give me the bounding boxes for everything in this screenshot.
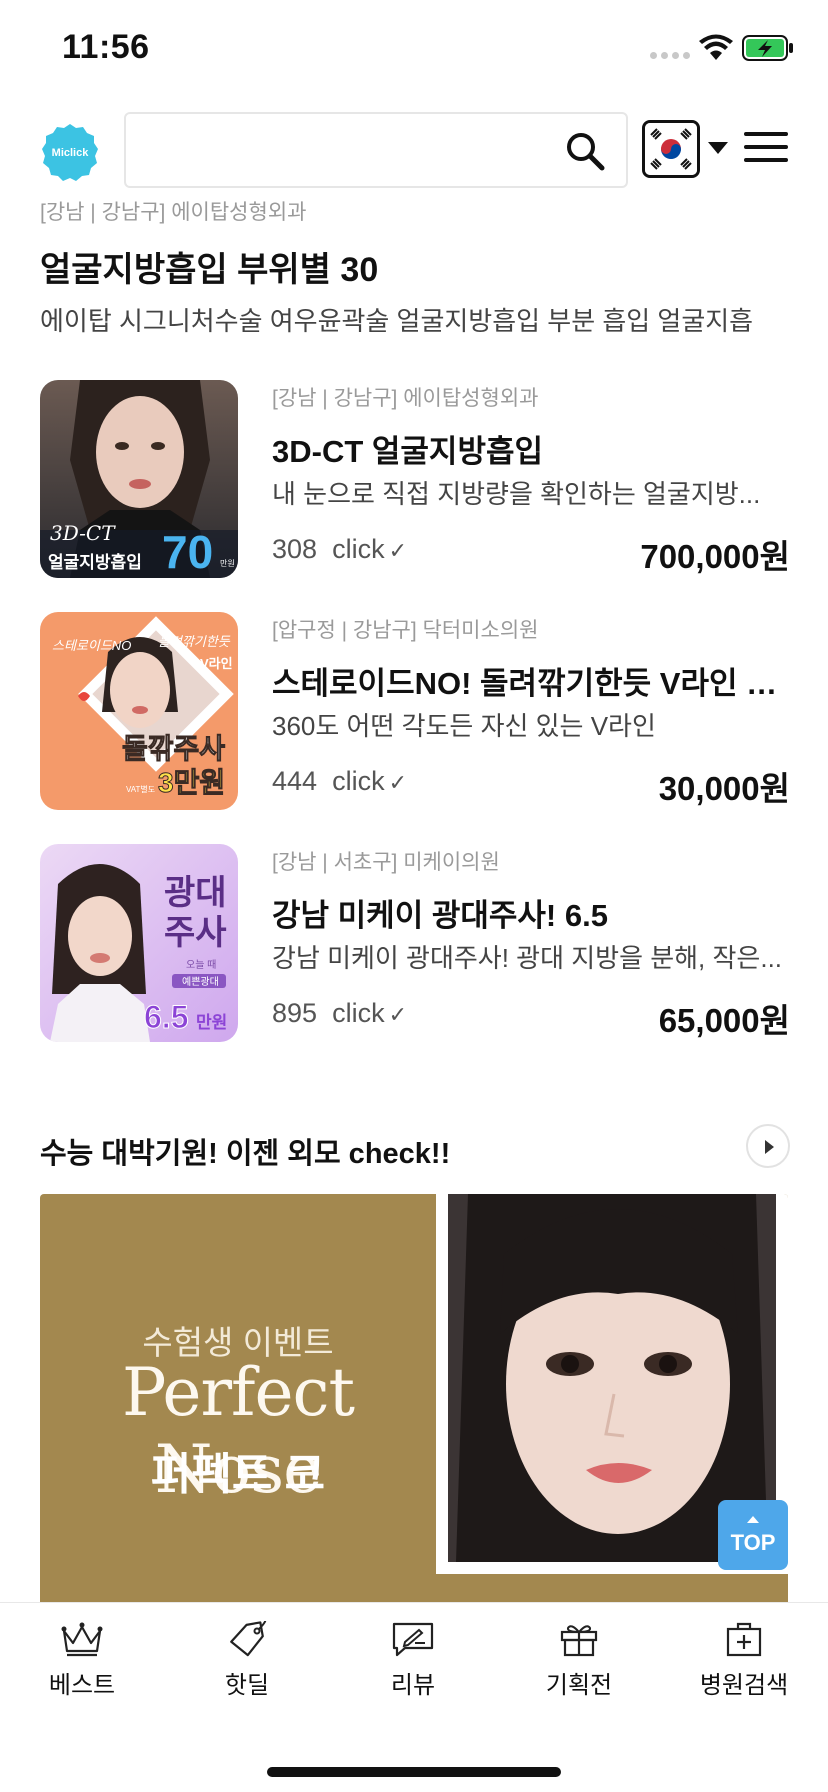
svg-text:70: 70	[162, 526, 213, 578]
event-banner[interactable]: 수험생 이벤트 Perfect Nose 퍼펙트 코	[40, 1194, 788, 1604]
product-description: 강남 미케이 광대주사! 광대 지방을 분해, 작은...	[272, 943, 783, 973]
tab-label: 베스트	[48, 1672, 116, 1699]
product-info: [강남 | 서초구] 미케이의원 강남 미케이 광대주사! 6.5 강남 미케이…	[272, 844, 790, 1042]
signal-icon	[650, 52, 690, 59]
korea-flag-icon	[645, 123, 697, 175]
svg-text:6.5: 6.5	[144, 999, 188, 1035]
search-box	[124, 112, 628, 188]
tag-icon	[230, 1621, 267, 1657]
svg-text:스테로이드NO: 스테로이드NO	[52, 638, 131, 653]
product-location: [강남 | 강남구] 에이탑성형외과	[272, 387, 539, 410]
product-info: [압구정 | 강남구] 닥터미소의원 스테로이드NO! 돌려깎기한듯 V라인 돌…	[272, 612, 790, 810]
app-header: Miclick	[0, 108, 828, 192]
item-location: [강남 | 강남구] 에이탑성형외과	[40, 201, 307, 224]
product-click-count: 444 click ✓	[272, 766, 408, 796]
home-indicator	[267, 1767, 561, 1777]
svg-text:Miclick: Miclick	[52, 147, 90, 159]
product-price: 65,000원	[658, 1002, 790, 1039]
product-title: 강남 미케이 광대주사! 6.5	[272, 898, 608, 933]
svg-text:돌깎주사: 돌깎주사	[122, 733, 225, 764]
tab-label: 핫딜	[224, 1672, 270, 1699]
tab-review[interactable]: 리뷰	[353, 1621, 473, 1711]
product-info: [강남 | 강남구] 에이탑성형외과 3D-CT 얼굴지방흡입 내 눈으로 직접…	[272, 380, 790, 578]
tab-label: 병원검색	[699, 1672, 789, 1699]
svg-text:예쁜광대: 예쁜광대	[182, 976, 219, 988]
scroll-to-top-button[interactable]: TOP	[718, 1500, 788, 1570]
banner-text-panel: 수험생 이벤트 Perfect Nose 퍼펙트 코	[40, 1194, 436, 1604]
product-card[interactable]: 광대 주사 오늘 때 예쁜광대 6.5 만원 [강남 | 서초구] 미케이의원 …	[40, 844, 790, 1042]
status-bar: 11:56	[0, 0, 828, 100]
status-time: 11:56	[62, 28, 150, 66]
battery-icon	[742, 35, 793, 61]
search-input[interactable]	[142, 128, 542, 172]
product-click-count: 895 click ✓	[272, 998, 408, 1028]
crown-icon	[61, 1622, 103, 1657]
product-thumbnail: 3D-CT 얼굴지방흡입 70 만원	[40, 380, 238, 578]
language-dropdown-caret-icon[interactable]	[708, 142, 728, 154]
featured-item[interactable]: [강남 | 강남구] 에이탑성형외과 얼굴지방흡입 부위별 30 에이탑 시그니…	[40, 196, 800, 338]
tab-label: 리뷰	[390, 1672, 436, 1699]
product-price: 30,000원	[658, 770, 790, 807]
product-location: [강남 | 서초구] 미케이의원	[272, 851, 500, 874]
product-title: 3D-CT 얼굴지방흡입	[272, 434, 544, 469]
svg-text:오늘 때: 오늘 때	[186, 959, 216, 971]
tab-hospital-search[interactable]: 병원검색	[684, 1621, 804, 1711]
product-price: 700,000원	[640, 538, 790, 575]
search-icon[interactable]	[564, 130, 606, 172]
tab-hotdeal[interactable]: 핫딜	[187, 1621, 307, 1711]
check-icon: ✓	[388, 770, 408, 795]
svg-text:3만원: 3만원	[158, 767, 225, 798]
banner-title-ko: 퍼펙트 코	[150, 1450, 326, 1499]
gift-icon	[560, 1625, 598, 1657]
tab-promotion[interactable]: 기획전	[519, 1621, 639, 1711]
language-flag-button[interactable]	[642, 120, 700, 178]
svg-text:얼굴지방흡입: 얼굴지방흡입	[48, 552, 142, 572]
section-more-arrow-icon[interactable]	[746, 1124, 790, 1168]
check-icon: ✓	[388, 1002, 408, 1027]
section-header: 수능 대박기원! 이젠 외모 check!!	[40, 1122, 790, 1172]
check-icon: ✓	[388, 538, 408, 563]
section-title: 수능 대박기원! 이젠 외모 check!!	[40, 1138, 451, 1170]
product-description: 내 눈으로 직접 지방량을 확인하는 얼굴지방...	[272, 479, 761, 509]
product-description: 360도 어떤 각도든 자신 있는 V라인	[272, 711, 656, 741]
svg-text:3D-CT: 3D-CT	[50, 521, 116, 545]
item-description: 에이탑 시그니처수술 여우윤곽술 얼굴지방흡입 부분 흡입 얼굴지흡	[40, 306, 754, 336]
tab-best[interactable]: 베스트	[22, 1621, 142, 1711]
review-icon	[392, 1622, 434, 1657]
arrow-up-icon	[747, 1516, 759, 1523]
tab-label: 기획전	[545, 1672, 613, 1699]
product-card[interactable]: 3D-CT 얼굴지방흡입 70 만원 [강남 | 강남구] 에이탑성형외과 3D…	[40, 380, 790, 578]
wifi-icon	[699, 34, 733, 60]
bottom-tab-bar: 베스트 핫딜 리뷰 기획전 병원검색	[0, 1602, 828, 1792]
product-location: [압구정 | 강남구] 닥터미소의원	[272, 619, 539, 642]
svg-text:광대: 광대	[164, 874, 227, 912]
product-click-count: 308 click ✓	[272, 534, 408, 564]
hamburger-menu-icon[interactable]	[744, 132, 788, 166]
svg-text:만원: 만원	[220, 559, 235, 568]
hospital-icon	[726, 1622, 762, 1657]
miclick-logo[interactable]: Miclick	[40, 122, 100, 182]
item-title: 얼굴지방흡입 부위별 30	[40, 251, 379, 289]
product-thumbnail: 광대 주사 오늘 때 예쁜광대 6.5 만원	[40, 844, 238, 1042]
svg-text:만원: 만원	[196, 1013, 227, 1032]
svg-text:V라인: V라인	[200, 656, 233, 671]
svg-text:돌려깎기한듯: 돌려깎기한듯	[158, 634, 231, 649]
product-thumbnail: 스테로이드NO 돌려깎기한듯 V라인 돌깎주사 3만원 VAT별도	[40, 612, 238, 810]
product-card[interactable]: 스테로이드NO 돌려깎기한듯 V라인 돌깎주사 3만원 VAT별도 [압구정 |…	[40, 612, 790, 810]
svg-text:주사: 주사	[164, 914, 227, 952]
svg-text:VAT별도: VAT별도	[126, 784, 155, 794]
product-title: 스테로이드NO! 돌려깎기한듯 V라인 돌...	[272, 666, 790, 701]
